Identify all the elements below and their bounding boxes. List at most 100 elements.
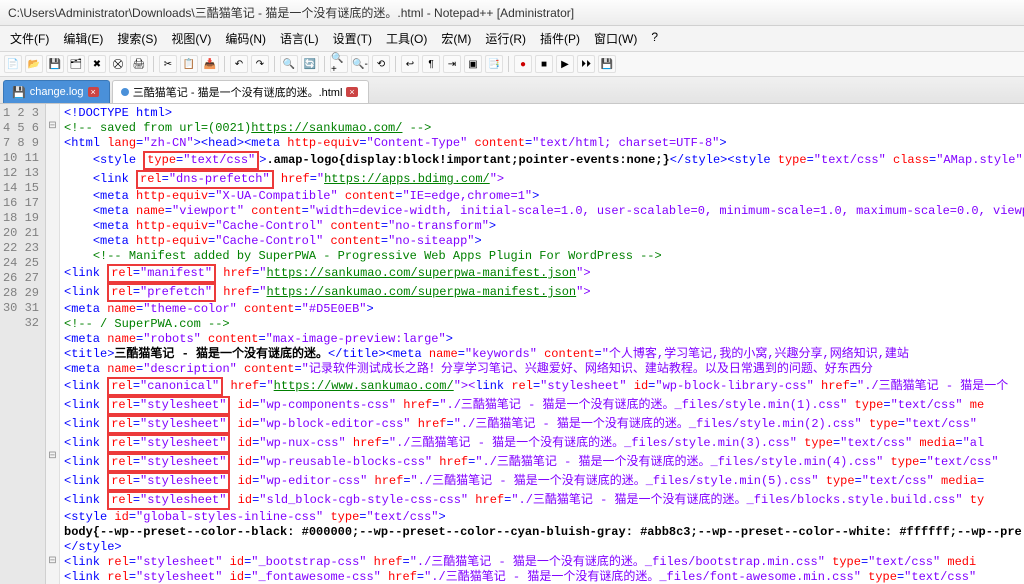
code-text: = <box>294 302 301 316</box>
code-text: id <box>230 417 252 431</box>
code-comment: <!-- / SuperPWA.com --> <box>64 317 230 331</box>
tab-html-file[interactable]: 三酷猫笔记 - 猫是一个没有谜底的迷。.html × <box>112 80 369 103</box>
code-text: < <box>93 172 100 186</box>
code-text: type <box>825 555 861 569</box>
code-text: style <box>735 153 778 167</box>
menu-language[interactable]: 语言(L) <box>274 28 325 49</box>
code-link: https://www.sankumao.com/ <box>274 379 454 393</box>
menu-view[interactable]: 视图(V) <box>165 28 217 49</box>
tab-disk-icon: 💾 <box>12 86 26 99</box>
menu-file[interactable]: 文件(F) <box>4 28 55 49</box>
code-text: id <box>222 555 244 569</box>
code-text: </ <box>670 153 684 167</box>
code-text: body{--wp--preset--color--black: #000000… <box>64 525 1022 539</box>
code-text: meta <box>71 332 107 346</box>
editor-area[interactable]: 1 2 3 4 5 6 7 8 9 10 11 12 13 14 15 16 1… <box>0 104 1024 584</box>
sync-icon[interactable]: ⟲ <box>372 55 390 73</box>
code-text: = <box>403 555 410 569</box>
code-text: = <box>129 570 136 584</box>
paste-icon[interactable]: 📥 <box>201 55 219 73</box>
code-text: "stylesheet" <box>136 555 222 569</box>
save-all-icon[interactable]: 🗂 <box>67 55 85 73</box>
zoom-out-icon[interactable]: 🔍- <box>351 55 369 73</box>
replay-icon[interactable]: ⏵⏵ <box>577 55 595 73</box>
menu-search[interactable]: 搜索(S) <box>111 28 163 49</box>
close-all-icon[interactable]: ⛒ <box>109 55 127 73</box>
code-text: href <box>396 398 432 412</box>
code-text: > <box>366 302 373 316</box>
stop-icon[interactable]: ■ <box>535 55 553 73</box>
cut-icon[interactable]: ✂ <box>159 55 177 73</box>
code-text: "sld_block-cgb-style-css-css" <box>259 493 468 507</box>
code-text: link <box>71 285 107 299</box>
play-icon[interactable]: ▶ <box>556 55 574 73</box>
save-icon[interactable]: 💾 <box>46 55 64 73</box>
code-text: link <box>71 266 107 280</box>
code-text: >< <box>237 136 251 150</box>
replace-icon[interactable]: 🔄 <box>301 55 319 73</box>
code-link: https://apps.bdimg.com/ <box>324 172 490 186</box>
close-icon[interactable]: ✖ <box>88 55 106 73</box>
indent-icon[interactable]: ⇥ <box>443 55 461 73</box>
code-text: id <box>230 436 252 450</box>
menu-window[interactable]: 窗口(W) <box>588 28 643 49</box>
menu-tools[interactable]: 工具(O) <box>380 28 433 49</box>
code-text: style <box>100 153 143 167</box>
code-text: = <box>919 455 926 469</box>
showall-icon[interactable]: ¶ <box>422 55 440 73</box>
menu-edit[interactable]: 编辑(E) <box>57 28 109 49</box>
tab-close-icon[interactable]: × <box>346 87 357 97</box>
doc-map-icon[interactable]: 📑 <box>485 55 503 73</box>
code-text: ">< <box>454 379 476 393</box>
menu-run[interactable]: 运行(R) <box>479 28 532 49</box>
menu-settings[interactable]: 设置(T) <box>327 28 378 49</box>
code-text: href <box>274 172 310 186</box>
copy-icon[interactable]: 📋 <box>180 55 198 73</box>
open-file-icon[interactable]: 📂 <box>25 55 43 73</box>
zoom-in-icon[interactable]: 🔍+ <box>330 55 348 73</box>
tab-changelog[interactable]: 💾 change.log × <box>3 80 110 103</box>
code-text: rel <box>511 379 533 393</box>
fold-gutter[interactable]: ⊟⊟⊟ <box>46 104 60 584</box>
fold-icon[interactable]: ▣ <box>464 55 482 73</box>
print-icon[interactable]: 🖨 <box>130 55 148 73</box>
tab-label: change.log <box>30 86 84 98</box>
code-content[interactable]: <!DOCTYPE html> <!-- saved from url=(002… <box>60 104 1024 584</box>
code-text: href <box>216 285 252 299</box>
menu-plugins[interactable]: 插件(P) <box>534 28 586 49</box>
code-text: "记录软件测试成长之路！分享学习笔记、兴趣爱好、网络知识、建站教程。以及日常遇到… <box>302 362 873 376</box>
code-text: = <box>129 555 136 569</box>
code-text: = <box>310 172 317 186</box>
menu-bar: 文件(F) 编辑(E) 搜索(S) 视图(V) 编码(N) 语言(L) 设置(T… <box>0 26 1024 52</box>
code-text: link <box>71 474 107 488</box>
code-text: "global-styles-inline-css" <box>136 510 323 524</box>
code-text: "Cache-Control" <box>215 219 323 233</box>
code-text: "text/css" <box>904 570 976 584</box>
record-icon[interactable]: ● <box>514 55 532 73</box>
code-text: href <box>366 555 402 569</box>
find-icon[interactable]: 🔍 <box>280 55 298 73</box>
code-text: href <box>381 570 417 584</box>
highlight-box: rel="dns-prefetch" <box>136 170 274 189</box>
redo-icon[interactable]: ↷ <box>251 55 269 73</box>
code-text: href <box>411 417 447 431</box>
code-text: "text/css" <box>814 153 886 167</box>
undo-icon[interactable]: ↶ <box>230 55 248 73</box>
code-text: "text/css" <box>905 417 977 431</box>
save-macro-icon[interactable]: 💾 <box>598 55 616 73</box>
separator <box>395 56 396 72</box>
code-text: media <box>934 474 977 488</box>
menu-macro[interactable]: 宏(M) <box>435 28 477 49</box>
code-text: "wp-editor-css" <box>259 474 367 488</box>
wordwrap-icon[interactable]: ↩ <box>401 55 419 73</box>
menu-encoding[interactable]: 编码(N) <box>219 28 272 49</box>
code-text: id <box>230 474 252 488</box>
code-text: = <box>359 136 366 150</box>
code-text: href <box>468 493 504 507</box>
code-text: head <box>208 136 237 150</box>
code-text: content <box>244 204 302 218</box>
new-file-icon[interactable]: 📄 <box>4 55 22 73</box>
menu-help[interactable]: ? <box>645 28 664 49</box>
code-text: " <box>317 172 324 186</box>
tab-close-icon[interactable]: × <box>88 87 99 97</box>
